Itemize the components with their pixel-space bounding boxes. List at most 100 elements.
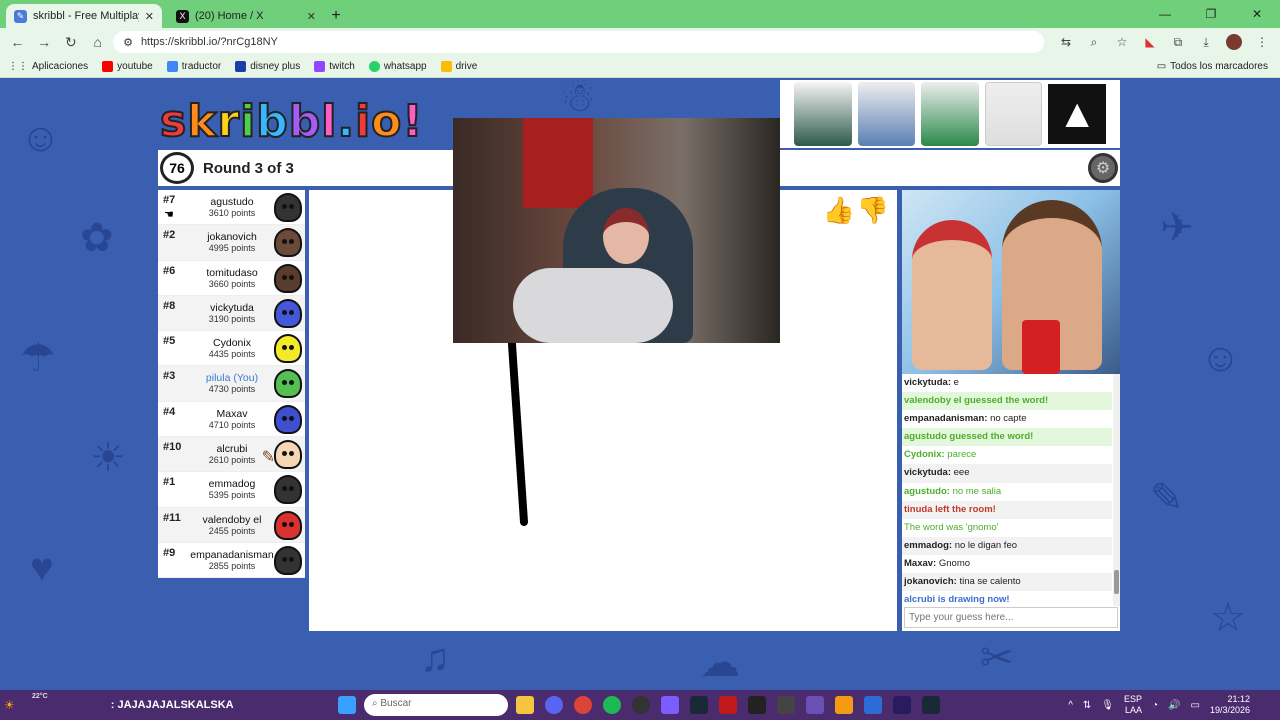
- chat-username: vickytuda:: [904, 377, 951, 388]
- bookmark-twitch[interactable]: twitch: [314, 61, 355, 72]
- stream-ticker: ☀ 22°C : JAJAJAJALSKALSKA: [0, 690, 234, 720]
- thumbs-down-icon[interactable]: 👎: [857, 194, 889, 226]
- product-image[interactable]: [984, 82, 1043, 146]
- spotify-icon[interactable]: [603, 696, 621, 714]
- clock[interactable]: 21:12 19/3/2026: [1210, 694, 1250, 716]
- player-avatar: [274, 193, 302, 222]
- maximize-button[interactable]: ❐: [1188, 0, 1234, 28]
- hand-cursor-icon: ☚: [164, 209, 174, 221]
- webcam-face: [603, 208, 649, 264]
- skribbl-page: ☺ ✿ ☂ ☀ ♥ ✈ ☺ ✎ ☆ ♫ ☁ ✂ ☃ skribbl.io! ▲ …: [0, 78, 1280, 690]
- translate-icon[interactable]: ⇆: [1054, 30, 1078, 54]
- chat-scrollbar[interactable]: [1113, 374, 1120, 606]
- app-icon[interactable]: [661, 696, 679, 714]
- close-tab-icon[interactable]: ✕: [145, 10, 154, 23]
- chat-system-text: agustudo guessed the word!: [904, 431, 1034, 443]
- product-image[interactable]: [857, 82, 916, 146]
- language-indicator[interactable]: ESP LAA: [1124, 694, 1142, 716]
- volume-icon[interactable]: 🔊: [1168, 700, 1180, 711]
- app-icon[interactable]: [748, 696, 766, 714]
- player-row[interactable]: #9 empanadanisman 2855 points: [158, 543, 305, 579]
- chrome-icon[interactable]: [574, 696, 592, 714]
- steam-icon[interactable]: [922, 696, 940, 714]
- player-points: 4995 points: [208, 243, 256, 254]
- bookmark-label: traductor: [181, 61, 222, 72]
- player-row[interactable]: #4 Maxav 4710 points: [158, 402, 305, 438]
- windows-start-icon[interactable]: [338, 696, 356, 714]
- bookmark-label: Todos los marcadores: [1170, 61, 1268, 72]
- product-image[interactable]: [921, 82, 979, 146]
- chat-system-text: alcrubi is drawing now!: [904, 594, 1010, 606]
- address-bar[interactable]: ⚙ https://skribbl.io/?nrCg18NY: [113, 31, 1044, 53]
- bookmark-whatsapp[interactable]: whatsapp: [368, 61, 427, 72]
- app-icon[interactable]: [806, 696, 824, 714]
- menu-icon[interactable]: ⋮: [1250, 30, 1274, 54]
- obs-icon[interactable]: [632, 696, 650, 714]
- extension-icon[interactable]: ◣: [1138, 30, 1162, 54]
- reload-button[interactable]: ↻: [60, 30, 83, 54]
- player-rank: #8: [163, 299, 176, 312]
- bookmark-youtube[interactable]: youtube: [102, 61, 153, 72]
- url-text: https://skribbl.io/?nrCg18NY: [140, 36, 278, 48]
- player-row[interactable]: #10 alcrubi 2610 points ✎: [158, 437, 305, 473]
- zoom-icon[interactable]: ⌕: [1082, 30, 1106, 54]
- close-tab-icon[interactable]: ✕: [307, 10, 316, 23]
- extensions-puzzle-icon[interactable]: ⧉: [1166, 30, 1190, 54]
- tab-skribbl[interactable]: ✎ skribbl - Free Multiplayer Drawi ✕: [6, 4, 162, 28]
- player-row[interactable]: #11 valendoby el 2455 points: [158, 507, 305, 543]
- battery-icon[interactable]: ▭: [1191, 700, 1200, 711]
- player-name: jokanovich: [207, 231, 257, 244]
- bookmark-apps[interactable]: ⋮⋮ Aplicaciones: [8, 61, 88, 72]
- chat-message: Maxav: Gnomo: [902, 555, 1112, 573]
- profile-avatar[interactable]: [1225, 34, 1242, 50]
- player-row[interactable]: #8 vickytuda 3190 points: [158, 295, 305, 332]
- player-row[interactable]: #6 tomitudaso 3660 points: [158, 261, 305, 296]
- mic-icon[interactable]: 🎙: [1101, 700, 1114, 711]
- scrollbar-thumb[interactable]: [1114, 570, 1119, 594]
- settings-gear-icon[interactable]: ⚙: [1088, 153, 1118, 183]
- app-icon[interactable]: [777, 696, 795, 714]
- new-tab-button[interactable]: +: [324, 4, 348, 28]
- doodle-icon: ☀: [90, 436, 126, 480]
- player-rank: #6: [163, 264, 176, 277]
- guess-input[interactable]: [904, 607, 1118, 628]
- chat-username: jokanovich:: [904, 576, 957, 588]
- thumbs-up-icon[interactable]: 👍: [823, 194, 855, 226]
- forward-button[interactable]: →: [33, 30, 56, 54]
- fl-studio-icon[interactable]: [835, 696, 853, 714]
- player-row[interactable]: #2 jokanovich 4995 points: [158, 225, 305, 261]
- back-button[interactable]: ←: [6, 30, 29, 54]
- site-info-icon[interactable]: ⚙: [123, 36, 133, 49]
- player-row[interactable]: #1 emmadog 5395 points: [158, 472, 305, 508]
- person-left: [912, 220, 992, 370]
- taskbar-search[interactable]: ⌕ Buscar: [364, 694, 508, 716]
- app-icon[interactable]: [864, 696, 882, 714]
- player-row[interactable]: #7 agustudo 3610 points ☚: [158, 190, 305, 226]
- product-image[interactable]: [794, 82, 852, 146]
- player-row[interactable]: #5 Cydonix 4435 points: [158, 331, 305, 367]
- bookmark-star-icon[interactable]: ☆: [1110, 30, 1134, 54]
- player-row[interactable]: #3 pilula (You) 4730 points: [158, 366, 305, 402]
- chevron-up-icon[interactable]: ^: [1068, 700, 1073, 711]
- network-icon[interactable]: ⇅: [1083, 700, 1091, 711]
- all-bookmarks[interactable]: ▭ Todos los marcadores: [1157, 61, 1268, 72]
- bookmark-label: drive: [455, 61, 478, 72]
- wifi-icon[interactable]: ◔: [1152, 700, 1158, 711]
- ad-banner-top[interactable]: ▲: [780, 80, 1120, 148]
- bookmark-disney[interactable]: disney plus: [235, 61, 300, 72]
- premiere-icon[interactable]: [893, 696, 911, 714]
- minimize-button[interactable]: —: [1142, 0, 1188, 28]
- home-button[interactable]: ⌂: [86, 30, 109, 54]
- ad-banner-side[interactable]: [902, 190, 1120, 374]
- tree-logo-icon[interactable]: ▲: [1048, 84, 1106, 144]
- download-icon[interactable]: ⤓: [1194, 30, 1218, 54]
- bookmark-drive[interactable]: drive: [440, 61, 478, 72]
- file-explorer-icon[interactable]: [516, 696, 534, 714]
- bookmark-traductor[interactable]: traductor: [166, 61, 222, 72]
- tab-x[interactable]: X (20) Home / X ✕: [168, 4, 324, 28]
- chat-system-text: The word was 'gnomo': [904, 521, 999, 533]
- steam-icon[interactable]: [690, 696, 708, 714]
- close-window-button[interactable]: ✕: [1234, 0, 1280, 28]
- discord-icon[interactable]: [545, 696, 563, 714]
- app-icon[interactable]: [719, 696, 737, 714]
